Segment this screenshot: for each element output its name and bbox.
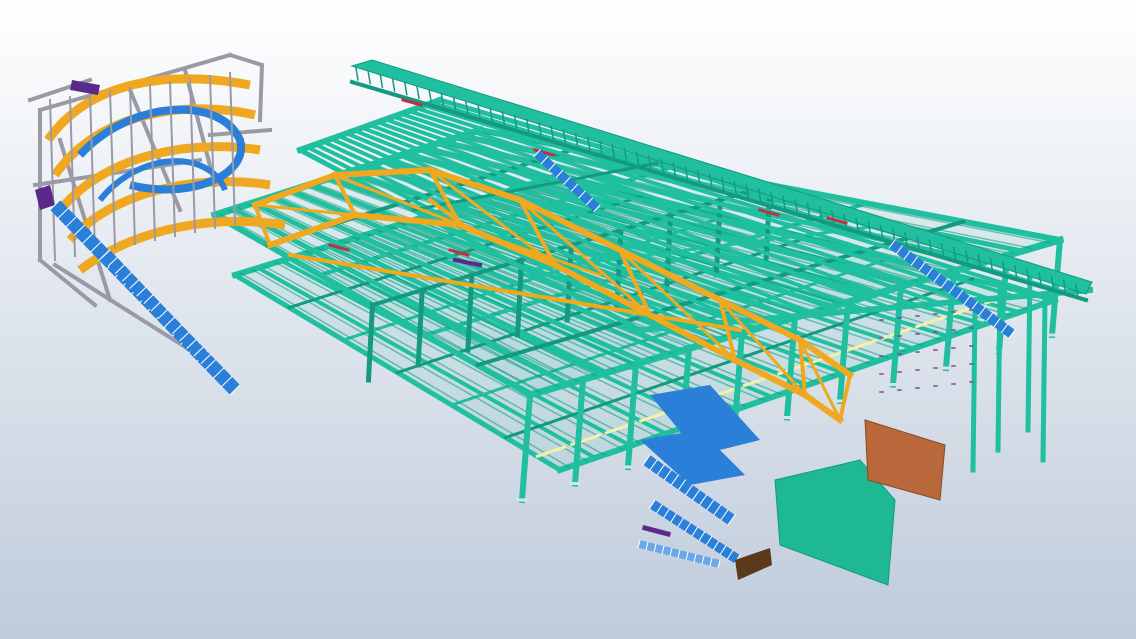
3d-model-viewport[interactable] [0,0,1136,639]
column [995,287,1003,453]
steel-structure-model[interactable] [0,0,1136,639]
column [970,307,978,473]
tower-frame [257,62,265,123]
column [1040,297,1048,463]
